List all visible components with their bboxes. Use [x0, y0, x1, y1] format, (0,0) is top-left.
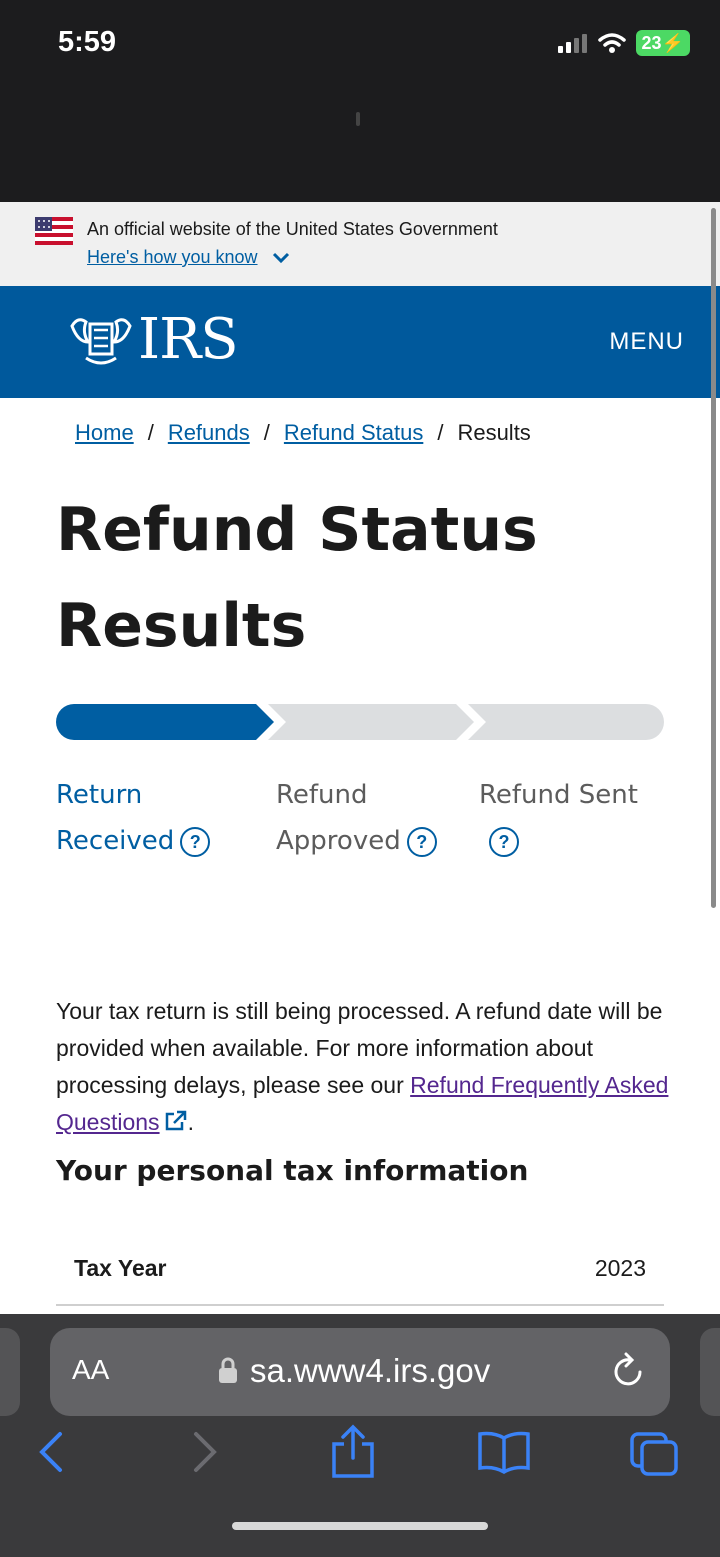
help-icon[interactable]: ? — [180, 826, 211, 857]
breadcrumb-separator: / — [437, 420, 444, 445]
breadcrumb-refunds[interactable]: Refunds — [168, 420, 250, 446]
irs-logo-text: IRS — [138, 307, 239, 372]
safari-toolbar: AA sa.www4.irs.gov — [0, 1314, 720, 1557]
share-icon[interactable] — [330, 1424, 376, 1480]
tax-year-label: Tax Year — [74, 1255, 167, 1281]
page-scrollbar[interactable] — [711, 208, 716, 908]
how-you-know-link[interactable]: Here's how you know — [87, 247, 290, 268]
chevron-down-icon — [272, 252, 289, 263]
url-text: sa.www4.irs.gov — [250, 1352, 491, 1389]
progress-segment-refund-sent — [468, 704, 664, 740]
safari-nav-row — [0, 1424, 720, 1490]
tabs-icon[interactable] — [628, 1430, 680, 1478]
step-label-line: Return — [56, 780, 143, 810]
signal-icon — [557, 34, 587, 53]
web-page: An official website of the United States… — [0, 202, 720, 1314]
breadcrumb-separator: / — [263, 420, 270, 445]
how-you-know-label: Here's how you know — [87, 247, 258, 267]
reload-icon[interactable] — [610, 1352, 646, 1390]
step-refund-approved: Refund Approved? — [276, 772, 437, 864]
previous-tab-preview[interactable] — [0, 1328, 20, 1416]
tax-info-row: Tax Year 2023 — [56, 1242, 664, 1306]
home-indicator[interactable] — [232, 1522, 488, 1530]
irs-header: IRS MENU — [0, 286, 720, 398]
bookmarks-icon[interactable] — [476, 1430, 532, 1474]
status-time: 5:59 — [58, 26, 117, 58]
reader-aa-button[interactable]: AA — [72, 1354, 109, 1386]
help-icon[interactable]: ? — [489, 826, 519, 857]
camera-dot — [356, 112, 360, 126]
processing-message: Your tax return is still being processed… — [56, 993, 676, 1141]
irs-eagle-icon — [70, 318, 132, 365]
breadcrumb-refund-status[interactable]: Refund Status — [284, 420, 423, 446]
external-link-icon — [165, 1110, 186, 1131]
menu-button[interactable]: MENU — [609, 328, 684, 356]
irs-logo[interactable]: IRS — [68, 307, 239, 372]
gov-banner: An official website of the United States… — [0, 202, 720, 286]
step-label-line: Refund Sent — [479, 780, 638, 810]
battery-level: 23 — [641, 33, 662, 53]
progress-tracker — [56, 704, 664, 740]
step-label-line: Received — [56, 826, 175, 856]
tax-year-value: 2023 — [594, 1255, 646, 1281]
processing-message-end: . — [187, 1109, 194, 1135]
next-tab-preview[interactable] — [700, 1328, 720, 1416]
breadcrumb-current: Results — [457, 420, 531, 445]
step-label-line: Approved — [276, 826, 401, 856]
step-label-line: Refund — [276, 780, 368, 810]
progress-segment-refund-approved — [268, 704, 474, 740]
status-icons: 23⚡ — [557, 30, 690, 56]
step-return-received: Return Received? — [56, 772, 211, 864]
step-refund-sent: Refund Sent ? — [479, 772, 638, 864]
back-icon[interactable] — [36, 1430, 66, 1474]
status-bar: 5:59 23⚡ — [0, 0, 720, 202]
address-bar[interactable]: AA sa.www4.irs.gov — [50, 1328, 670, 1416]
gov-banner-text: An official website of the United States… — [87, 219, 498, 239]
progress-segment-return-received — [56, 704, 274, 740]
forward-icon[interactable] — [190, 1430, 220, 1474]
page-title: Refund Status Results — [56, 495, 538, 661]
help-icon[interactable]: ? — [406, 826, 437, 857]
us-flag-icon — [35, 217, 73, 245]
breadcrumb-home[interactable]: Home — [75, 420, 134, 446]
section-heading: Your personal tax information — [56, 1154, 529, 1187]
lock-icon — [219, 1357, 237, 1383]
breadcrumb-separator: / — [147, 420, 154, 445]
wifi-icon — [597, 33, 626, 53]
breadcrumb: Home / Refunds / Refund Status / Results — [75, 420, 531, 446]
battery-icon: 23⚡ — [635, 30, 690, 56]
